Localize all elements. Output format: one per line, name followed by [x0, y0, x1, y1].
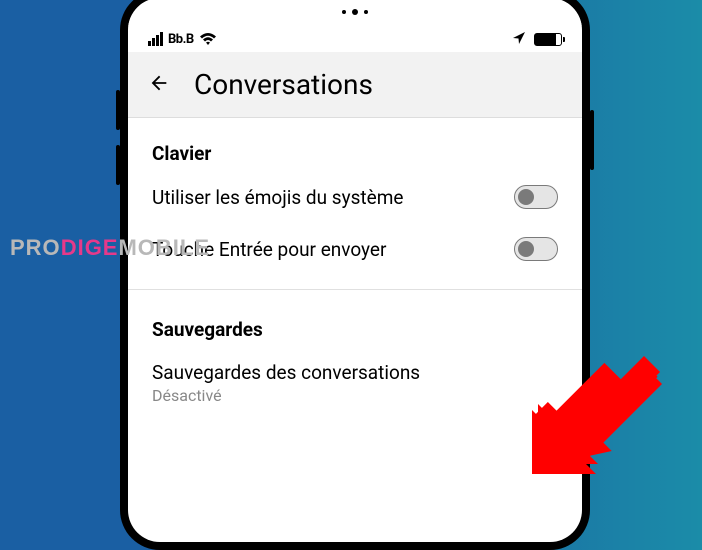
- setting-chat-backup[interactable]: Sauvegardes des conversations Désactivé: [152, 361, 558, 405]
- status-bar: Bb.B: [128, 26, 582, 52]
- back-button[interactable]: [148, 72, 170, 98]
- toggle-system-emoji[interactable]: [514, 185, 558, 209]
- wifi-icon: [199, 32, 217, 46]
- page-title: Conversations: [194, 68, 373, 101]
- phone-notch: [128, 0, 582, 26]
- phone-screen: Bb.B Conversations Clavier: [128, 0, 582, 542]
- location-icon: [512, 30, 526, 49]
- section-backups-title: Sauvegardes: [152, 318, 558, 341]
- setting-enter-send[interactable]: Touche Entrée pour envoyer: [152, 237, 558, 261]
- toggle-enter-send[interactable]: [514, 237, 558, 261]
- app-header: Conversations: [128, 52, 582, 118]
- section-keyboard-title: Clavier: [152, 142, 558, 165]
- arrow-annotation-icon: [524, 342, 674, 492]
- setting-system-emoji[interactable]: Utiliser les émojis du système: [152, 185, 558, 209]
- setting-label: Utiliser les émojis du système: [152, 186, 403, 209]
- settings-content: Clavier Utiliser les émojis du système T…: [128, 118, 582, 405]
- setting-label: Sauvegardes des conversations: [152, 361, 420, 384]
- signal-icon: [148, 32, 163, 46]
- watermark: PRODIGEMOBILE: [10, 235, 210, 261]
- carrier-label: Bb.B: [168, 32, 194, 47]
- battery-icon: [534, 33, 562, 46]
- phone-side-buttons: [116, 90, 120, 200]
- section-divider: [128, 289, 582, 290]
- setting-status: Désactivé: [152, 386, 420, 405]
- phone-frame: Bb.B Conversations Clavier: [120, 0, 590, 550]
- phone-power-button: [590, 110, 594, 170]
